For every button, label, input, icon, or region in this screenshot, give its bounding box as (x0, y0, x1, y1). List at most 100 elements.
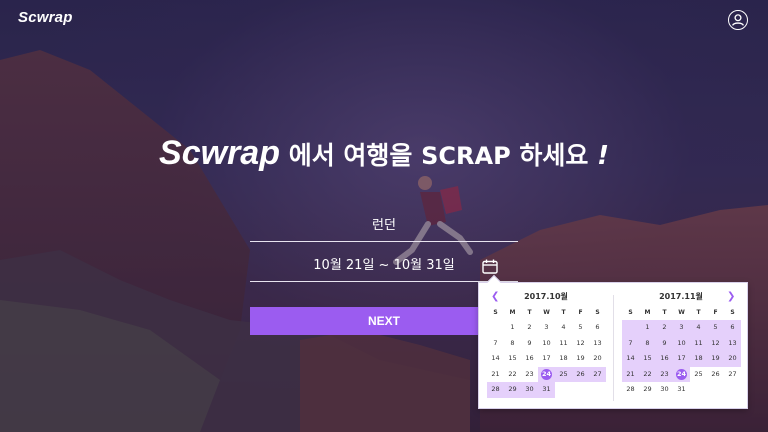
day-cell-in-range[interactable]: 17 (673, 351, 690, 367)
headline-brand: Scwrap (159, 134, 280, 172)
weekday-label: M (644, 309, 651, 316)
date-range-input[interactable]: 10월 21일 ~ 10월 31일 (250, 252, 518, 282)
day-cell[interactable]: 28 (622, 382, 639, 398)
weekday-label: S (493, 309, 498, 316)
weekday-label: W (543, 309, 550, 316)
day-cell[interactable]: 21 (487, 367, 504, 383)
day-cell-in-range[interactable]: 14 (622, 351, 639, 367)
day-cell-in-range[interactable]: 11 (690, 335, 707, 351)
day-cell-selected-end[interactable]: 24 (673, 366, 690, 382)
day-cell-in-range[interactable]: 18 (690, 351, 707, 367)
day-cell-empty (572, 382, 589, 398)
day-cell[interactable]: 14 (487, 351, 504, 367)
day-cell-empty (724, 382, 741, 398)
day-cell[interactable]: 8 (504, 336, 521, 352)
day-cell-selected-start[interactable]: 24 (538, 366, 555, 382)
day-cell-in-range[interactable]: 2 (656, 320, 673, 336)
day-cell[interactable]: 10 (538, 336, 555, 352)
day-cell-in-range[interactable]: 25 (555, 366, 572, 382)
weekday-label: S (628, 309, 633, 316)
day-cell-in-range[interactable]: 3 (673, 320, 690, 336)
day-cell-in-range[interactable]: 28 (487, 382, 504, 398)
calendar-grid: S M T W T F S 1 2 3 4 5 6 7 8 9 10 11 12… (622, 305, 741, 398)
day-cell[interactable]: 2 (521, 320, 538, 336)
day-cell[interactable]: 3 (538, 320, 555, 336)
day-cell-in-range[interactable]: 13 (724, 335, 741, 351)
day-cell-in-range[interactable]: 27 (589, 366, 606, 382)
day-cell[interactable]: 9 (521, 336, 538, 352)
weekday-label: T (561, 309, 566, 316)
day-cell-in-range[interactable]: 15 (639, 351, 656, 367)
destination-input[interactable]: 런던 (250, 212, 518, 242)
month-title: 2017.10월 (524, 292, 568, 301)
headline-text-pre: 에서 여행을 (280, 141, 422, 170)
calendar-month-october: 2017.10월 S M T W T F S 1 2 3 4 5 6 7 8 9… (487, 289, 606, 398)
weekday-label: F (578, 309, 583, 316)
weekday-label: T (696, 309, 701, 316)
day-cell[interactable]: 17 (538, 351, 555, 367)
day-cell-in-range[interactable]: 20 (724, 351, 741, 367)
day-cell-in-range[interactable]: 19 (707, 351, 724, 367)
weekday-label: F (713, 309, 718, 316)
day-cell[interactable]: 18 (555, 351, 572, 367)
day-cell-in-range[interactable]: 23 (656, 366, 673, 382)
user-account-button[interactable] (728, 10, 748, 30)
day-cell-in-range[interactable]: 8 (639, 335, 656, 351)
day-cell-in-range[interactable]: 10 (673, 335, 690, 351)
day-cell-empty (690, 382, 707, 398)
day-cell-in-range[interactable]: 4 (690, 320, 707, 336)
app-logo[interactable]: Scwrap (18, 9, 73, 26)
day-cell[interactable]: 7 (487, 336, 504, 352)
day-cell[interactable]: 31 (673, 382, 690, 398)
weekday-label: M (509, 309, 516, 316)
day-cell-in-range[interactable]: 16 (656, 351, 673, 367)
day-cell-in-range[interactable]: 31 (538, 382, 555, 398)
day-cell-in-range[interactable]: 22 (639, 366, 656, 382)
day-cell[interactable]: 4 (555, 320, 572, 336)
day-cell-in-range[interactable]: 21 (622, 366, 639, 382)
hero-headline: Scwrap 에서 여행을 SCRAP 하세요 ! (0, 134, 768, 173)
day-number: 24 (676, 369, 687, 378)
day-cell-empty (487, 320, 504, 336)
day-cell-in-range[interactable]: 7 (622, 335, 639, 351)
day-cell[interactable]: 27 (724, 367, 741, 383)
calendar-icon[interactable] (482, 259, 498, 274)
day-cell[interactable]: 11 (555, 336, 572, 352)
day-cell-empty (707, 382, 724, 398)
day-cell[interactable]: 29 (639, 382, 656, 398)
day-cell[interactable]: 26 (707, 367, 724, 383)
day-cell-in-range[interactable]: 29 (504, 382, 521, 398)
day-cell[interactable]: 25 (690, 367, 707, 383)
day-cell[interactable]: 16 (521, 351, 538, 367)
calendar-grid: S M T W T F S 1 2 3 4 5 6 7 8 9 10 11 12… (487, 305, 606, 398)
day-cell-in-range[interactable]: 5 (707, 320, 724, 336)
user-circle-icon (731, 14, 745, 26)
headline-keyword: SCRAP (421, 142, 511, 170)
day-cell-empty-in-range (622, 320, 639, 336)
day-cell-in-range[interactable]: 6 (724, 320, 741, 336)
day-cell[interactable]: 15 (504, 351, 521, 367)
day-cell[interactable]: 19 (572, 351, 589, 367)
day-cell-empty (555, 382, 572, 398)
weekday-label: T (527, 309, 532, 316)
day-cell[interactable]: 23 (521, 367, 538, 383)
day-cell[interactable]: 22 (504, 367, 521, 383)
day-cell-in-range[interactable]: 30 (521, 382, 538, 398)
day-cell[interactable]: 30 (656, 382, 673, 398)
day-cell-in-range[interactable]: 26 (572, 366, 589, 382)
weekday-label: T (662, 309, 667, 316)
day-cell[interactable]: 20 (589, 351, 606, 367)
day-cell[interactable]: 1 (504, 320, 521, 336)
headline-exclamation: ! (597, 141, 609, 171)
month-title: 2017.11월 (659, 292, 703, 301)
date-range-value: 10월 21일 ~ 10월 31일 (313, 258, 455, 273)
day-cell[interactable]: 12 (572, 336, 589, 352)
day-cell[interactable]: 5 (572, 320, 589, 336)
day-cell[interactable]: 13 (589, 336, 606, 352)
day-cell-in-range[interactable]: 9 (656, 335, 673, 351)
weekday-label: S (730, 309, 735, 316)
day-cell[interactable]: 6 (589, 320, 606, 336)
day-cell-in-range[interactable]: 12 (707, 335, 724, 351)
day-cell-in-range[interactable]: 1 (639, 320, 656, 336)
calendar-month-november: 2017.11월 S M T W T F S 1 2 3 4 5 6 7 8 9… (622, 289, 741, 398)
